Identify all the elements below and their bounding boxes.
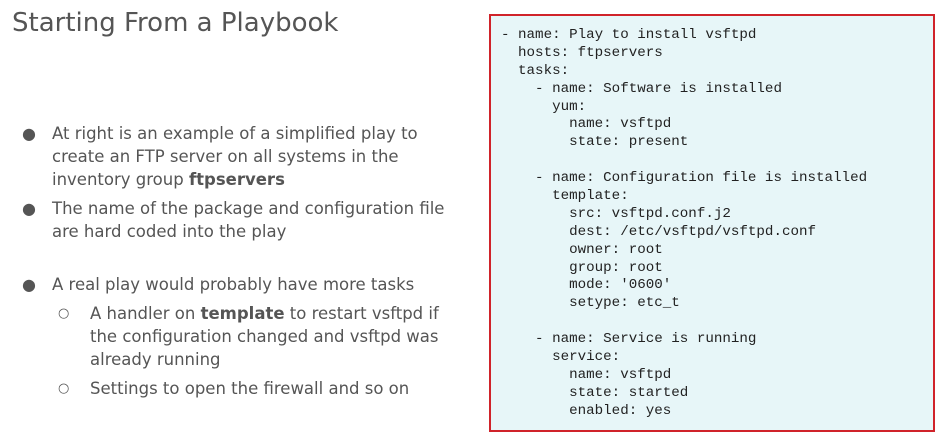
sub-bullet-circle-icon: ○ [58,381,70,396]
code-line: dest: /etc/vsftpd/vsftpd.conf [501,223,817,240]
bullet-list: ● At right is an example of a simplified… [20,122,470,400]
code-line: group: root [501,259,663,276]
bullet-dot-icon: ● [22,275,36,294]
code-line: name: vsftpd [501,116,672,133]
code-line: service: [501,349,621,366]
code-line: mode: '0600' [501,277,672,294]
code-line: - name: Service is running [501,331,757,348]
sub-bullet-text: Settings to open the firewall and so on [90,379,410,398]
code-line: hosts: ftpservers [501,44,663,61]
code-line: setype: etc_t [501,295,680,312]
code-line: state: started [501,384,689,401]
code-line: name: vsftpd [501,366,672,383]
code-line: - name: Software is installed [501,80,782,97]
code-line: template: [501,188,629,205]
slide-title: Starting From a Playbook [12,8,339,38]
bullet-item: ● At right is an example of a simplified… [20,122,470,191]
bullet-dot-icon: ● [22,199,36,218]
sub-bullet-text: A handler on [90,304,201,323]
playbook-code: - name: Play to install vsftpd hosts: ft… [501,27,867,421]
code-line: enabled: yes [501,402,672,419]
code-line: - name: Play to install vsftpd [501,27,757,43]
code-line: tasks: [501,62,570,79]
slide: Starting From a Playbook ● At right is a… [0,0,949,448]
sub-bullet-item: ○ A handler on template to restart vsftp… [20,302,470,371]
code-line: yum: [501,98,587,115]
bullet-dot-icon: ● [22,124,36,143]
code-line: - name: Configuration file is installed [501,170,868,187]
bullet-item: ● The name of the package and configurat… [20,197,470,243]
sub-bullet-strong-text: template [200,304,285,323]
code-line: owner: root [501,241,663,258]
bullet-text: A real play would probably have more tas… [52,275,415,294]
playbook-code-box: - name: Play to install vsftpd hosts: ft… [489,14,935,432]
code-line: state: present [501,134,689,151]
code-line: src: vsftpd.conf.j2 [501,205,731,222]
sub-bullet-circle-icon: ○ [58,306,70,321]
bullet-strong-text: ftpservers [188,170,285,189]
bullet-item: ● A real play would probably have more t… [20,273,470,296]
bullet-text: The name of the package and configuratio… [52,199,445,241]
sub-bullet-item: ○ Settings to open the firewall and so o… [20,377,470,400]
